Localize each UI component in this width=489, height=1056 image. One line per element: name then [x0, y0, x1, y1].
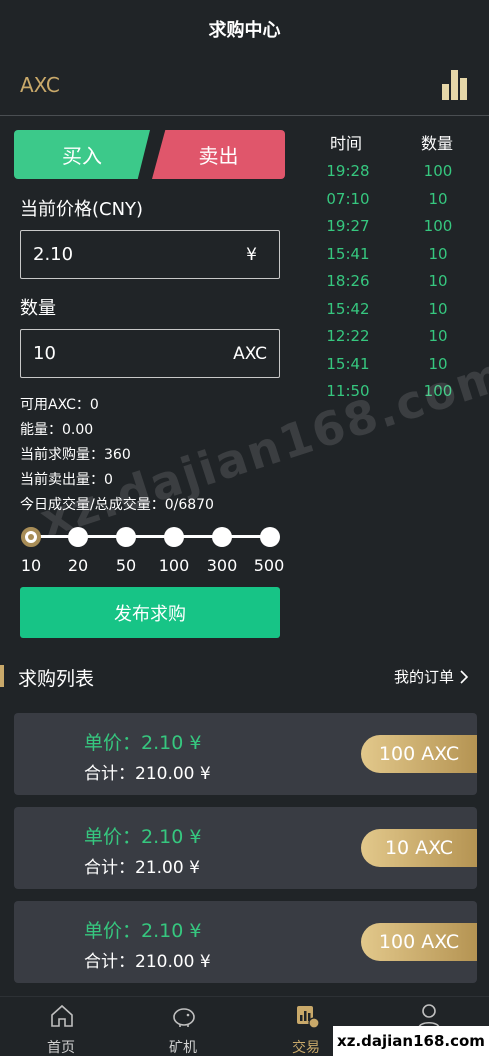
slider-knob-20[interactable]	[68, 527, 88, 547]
trade-quantity: 100	[423, 382, 453, 400]
slider-knob-500[interactable]	[260, 527, 280, 547]
trade-quantity: 100	[423, 162, 453, 180]
price-field[interactable]: 2.10 ¥	[20, 230, 280, 279]
tab-miner[interactable]: 矿机	[143, 997, 223, 1056]
section-accent-bar	[0, 665, 4, 687]
trade-time: 12:22	[326, 327, 370, 345]
total-price: 合计：21.00 ¥	[84, 858, 200, 878]
trade-time: 19:27	[326, 217, 370, 235]
tab-label: 矿机	[169, 1040, 197, 1056]
trade-quantity: 10	[428, 354, 448, 373]
total-price: 合计：210.00 ¥	[84, 764, 211, 784]
current-sell-volume: 当前卖出量：0	[20, 472, 113, 488]
bar-chart-icon[interactable]	[440, 70, 470, 100]
my-orders-link[interactable]: 我的订单	[394, 666, 469, 687]
slider-tick-label: 300	[206, 556, 238, 575]
quantity-field[interactable]: 10 AXC	[20, 329, 280, 378]
publish-buy-order-button[interactable]: 发布求购	[20, 587, 280, 638]
trade-quantity: 10	[428, 299, 448, 318]
price-value: 2.10	[33, 244, 74, 265]
amount-badge[interactable]: 100 AXC	[361, 923, 477, 961]
trade-time: 15:41	[326, 354, 370, 373]
trade-time: 18:26	[326, 272, 370, 290]
buy-order-card[interactable]: 单价：2.10 ¥ 合计：210.00 ¥ 100 AXC	[14, 901, 477, 983]
quantity-value: 10	[33, 343, 56, 364]
available-balance: 可用AXC：0	[20, 397, 99, 413]
unit-price: 单价：2.10 ¥	[84, 826, 202, 848]
trade-quantity: 10	[428, 244, 448, 263]
trade-time: 07:10	[326, 189, 370, 208]
coin-name: AXC	[20, 73, 60, 97]
trade-quantity: 100	[423, 217, 453, 235]
quantity-slider-track[interactable]	[30, 535, 270, 538]
corner-watermark: xz.dajian168.com	[333, 1026, 489, 1056]
piggy-bank-icon	[173, 1008, 195, 1027]
current-buy-volume: 当前求购量：360	[20, 447, 131, 463]
price-label: 当前价格(CNY)	[20, 199, 144, 220]
trades-time-header: 时间	[330, 134, 363, 153]
slider-tick-label: 500	[253, 556, 285, 575]
slider-tick-label: 10	[20, 556, 42, 575]
slider-knob-50[interactable]	[116, 527, 136, 547]
traded-volume: 今日成交量/总成交量：0/6870	[20, 497, 214, 513]
quantity-unit: AXC	[233, 343, 267, 364]
buy-list-title: 求购列表	[18, 668, 95, 690]
trade-time: 19:28	[326, 162, 370, 180]
tab-sell[interactable]: 卖出	[152, 130, 285, 179]
slider-tick-label: 100	[158, 556, 190, 575]
tab-buy[interactable]: 买入	[14, 130, 150, 179]
trade-quantity: 10	[428, 189, 448, 208]
buy-order-card[interactable]: 单价：2.10 ¥ 合计：21.00 ¥ 10 AXC	[14, 807, 477, 889]
home-icon	[51, 1004, 73, 1027]
total-price: 合计：210.00 ¥	[84, 952, 211, 972]
slider-tick-label: 50	[115, 556, 137, 575]
slider-knob-10[interactable]	[21, 527, 41, 547]
unit-price: 单价：2.10 ¥	[84, 732, 202, 754]
slider-tick-label: 20	[67, 556, 89, 575]
coin-bar: AXC	[0, 58, 489, 116]
tab-home[interactable]: 首页	[21, 997, 101, 1056]
slider-knob-300[interactable]	[212, 527, 232, 547]
trades-qty-header: 数量	[421, 134, 454, 153]
amount-badge[interactable]: 100 AXC	[361, 735, 477, 773]
trade-time: 15:42	[326, 299, 370, 318]
slider-knob-100[interactable]	[164, 527, 184, 547]
tab-label: 首页	[47, 1040, 75, 1056]
my-orders-label: 我的订单	[394, 668, 455, 686]
quantity-label: 数量	[20, 298, 56, 319]
trade-time: 11:50	[326, 382, 370, 400]
chevron-right-icon	[460, 669, 469, 684]
page-title: 求购中心	[208, 20, 281, 41]
unit-price: 单价：2.10 ¥	[84, 920, 202, 942]
trade-icon	[297, 1006, 320, 1029]
yuan-unit: ¥	[246, 244, 257, 265]
trade-quantity: 10	[428, 327, 448, 345]
trade-time: 15:41	[326, 244, 370, 263]
energy-value: 能量：0.00	[20, 422, 94, 438]
amount-badge[interactable]: 10 AXC	[361, 829, 477, 867]
trade-quantity: 10	[428, 272, 448, 290]
buy-order-card[interactable]: 单价：2.10 ¥ 合计：210.00 ¥ 100 AXC	[14, 713, 477, 795]
